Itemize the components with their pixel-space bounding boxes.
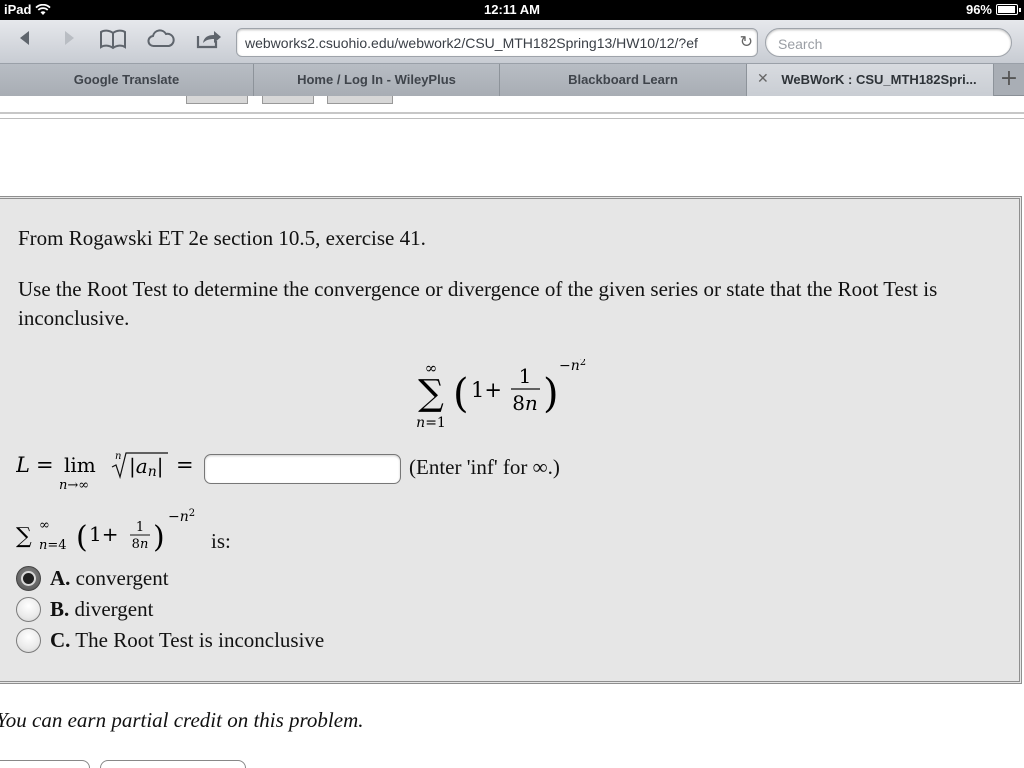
bookmarks-icon[interactable] xyxy=(98,28,128,56)
problem-instruction: Use the Root Test to determine the conve… xyxy=(18,277,938,330)
denominator: 8n xyxy=(512,391,538,415)
partial-credit-note: You can earn partial credit on this prob… xyxy=(0,708,364,732)
limit-hint: (Enter 'inf' for ∞.) xyxy=(409,455,560,479)
battery-icon xyxy=(996,4,1021,15)
forward-arrow-icon xyxy=(65,31,74,45)
tab-label: Google Translate xyxy=(73,72,180,87)
option-text: divergent xyxy=(74,597,154,621)
tab-google-translate[interactable]: Google Translate xyxy=(0,64,254,96)
sum-upper-limit: ∞ xyxy=(39,518,50,533)
cut-off-button[interactable] xyxy=(0,760,90,768)
problem-box: From Rogawski ET 2e section 10.5, exerci… xyxy=(0,196,1022,684)
back-arrow-icon xyxy=(20,31,29,45)
one-plus: 1+ xyxy=(89,522,118,546)
cut-off-button[interactable] xyxy=(327,96,393,104)
clock: 12:11 AM xyxy=(484,2,540,17)
equals-sign: = xyxy=(176,453,194,477)
abs-a-n: |an| xyxy=(129,454,163,480)
status-bar: iPad 12:11 AM 96% xyxy=(0,0,1024,20)
option-a[interactable]: A. convergent xyxy=(16,566,169,591)
sum-sigma: ∑ xyxy=(418,373,444,414)
sum-lower-limit: n=4 xyxy=(39,538,67,553)
close-tab-icon[interactable]: ✕ xyxy=(757,64,769,95)
right-paren: ) xyxy=(153,520,165,555)
option-label: C. The Root Test is inconclusive xyxy=(50,628,324,653)
new-tab-icon[interactable]: + xyxy=(994,64,1024,96)
left-paren: ( xyxy=(453,371,469,417)
radio-dot xyxy=(23,573,34,584)
web-page: From Rogawski ET 2e section 10.5, exerci… xyxy=(0,96,1024,768)
root-index: n xyxy=(115,451,121,462)
one-plus: 1+ xyxy=(471,378,502,402)
cut-off-button[interactable] xyxy=(262,96,314,104)
back-icon[interactable] xyxy=(10,28,40,56)
status-right: 96% xyxy=(965,2,1021,17)
tab-wileyplus[interactable]: Home / Log In - WileyPlus xyxy=(254,64,500,96)
option-letter: A. xyxy=(50,566,71,590)
radio-button[interactable] xyxy=(16,628,41,653)
lim-text: lim xyxy=(64,453,96,477)
problem-source: From Rogawski ET 2e section 10.5, exerci… xyxy=(18,226,426,250)
tab-label: Blackboard Learn xyxy=(568,72,678,87)
option-letter: B. xyxy=(50,597,70,621)
tab-webwork[interactable]: ✕ WeBWorK : CSU_MTH182Spri... xyxy=(747,64,994,96)
cut-off-button[interactable] xyxy=(186,96,248,104)
option-b[interactable]: B. divergent xyxy=(16,597,153,622)
left-paren: ( xyxy=(76,520,88,555)
search-field[interactable]: Search xyxy=(765,28,1012,57)
option-text: convergent xyxy=(75,566,169,590)
reload-icon[interactable]: ↻ xyxy=(740,32,753,51)
inline-series-formula: ∑ ∞ n=4 ( 1+ 1 8n ) −n2 xyxy=(16,508,195,555)
lim-subscript: n→∞ xyxy=(59,478,89,493)
url-value: webworks2.csuohio.edu/webwork2/CSU_MTH18… xyxy=(245,35,698,51)
numerator: 1 xyxy=(136,520,144,535)
book-icon xyxy=(100,29,126,50)
search-placeholder: Search xyxy=(778,36,823,52)
forward-icon[interactable] xyxy=(54,28,84,56)
radio-button[interactable] xyxy=(16,597,41,622)
right-paren: ) xyxy=(543,371,559,417)
tab-blackboard[interactable]: Blackboard Learn xyxy=(500,64,747,96)
equals-sign: = xyxy=(36,453,54,477)
limit-answer-input[interactable] xyxy=(204,454,401,484)
series-prompt: is: xyxy=(211,529,231,553)
option-text: The Root Test is inconclusive xyxy=(75,628,325,652)
radio-button[interactable] xyxy=(16,566,41,591)
option-label: B. divergent xyxy=(50,597,153,622)
numerator: 1 xyxy=(519,364,532,388)
address-bar[interactable]: webworks2.csuohio.edu/webwork2/CSU_MTH18… xyxy=(236,28,758,57)
divider xyxy=(0,112,1024,114)
share-icon[interactable] xyxy=(194,28,224,56)
option-c[interactable]: C. The Root Test is inconclusive xyxy=(16,628,324,653)
icloud-tabs-icon[interactable] xyxy=(146,28,176,56)
battery-percent: 96% xyxy=(965,2,992,17)
L-symbol: L xyxy=(16,453,30,477)
sum-sigma: ∑ xyxy=(16,524,32,549)
browser-toolbar: webworks2.csuohio.edu/webwork2/CSU_MTH18… xyxy=(0,20,1024,64)
tab-label: WeBWorK : CSU_MTH182Spri... xyxy=(781,72,977,87)
option-label: A. convergent xyxy=(50,566,169,591)
tab-bar: Google Translate Home / Log In - WileyPl… xyxy=(0,64,1024,96)
denominator: 8n xyxy=(132,537,149,552)
tab-label: Home / Log In - WileyPlus xyxy=(297,72,456,87)
option-letter: C. xyxy=(50,628,71,652)
battery-fill xyxy=(998,6,1016,13)
exponent: −n2 xyxy=(168,508,195,525)
exponent: −n2 xyxy=(559,359,586,374)
sum-lower-limit: n=1 xyxy=(416,415,446,431)
divider xyxy=(0,118,1024,119)
cloud-icon xyxy=(147,29,175,47)
share-arrow-icon xyxy=(196,31,221,49)
series-formula: ∞ ∑ n=1 ( 1+ 1 8n ) −n2 xyxy=(416,359,586,431)
url-text: webworks2.csuohio.edu/webwork2/CSU_MTH18… xyxy=(245,35,735,51)
cut-off-button[interactable] xyxy=(100,760,246,768)
limit-formula: L = lim n→∞ n |an| = xyxy=(16,451,194,493)
